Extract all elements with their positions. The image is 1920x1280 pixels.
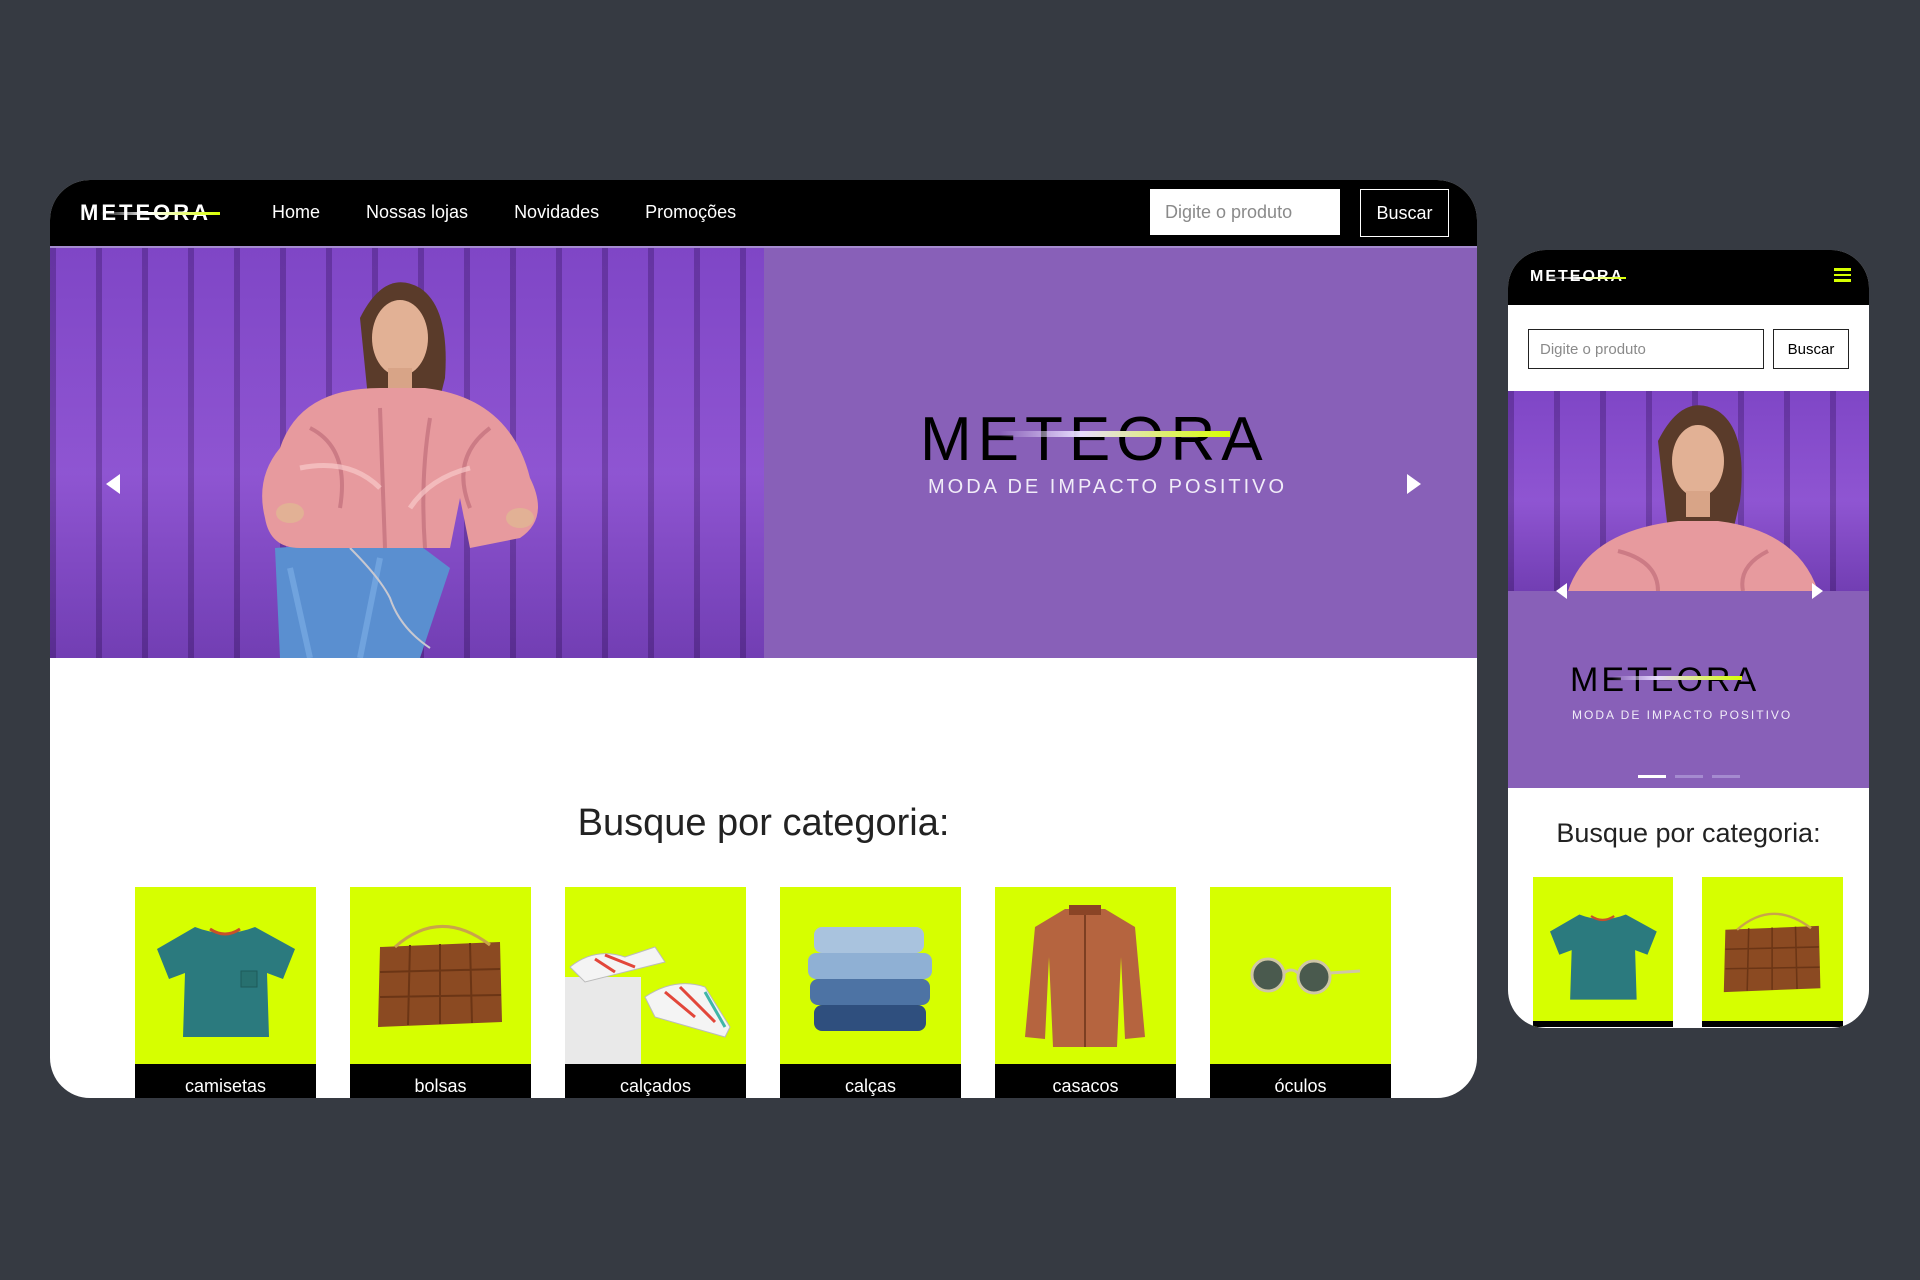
menu-icon[interactable] xyxy=(1834,268,1851,282)
desktop-search-input[interactable] xyxy=(1150,189,1340,235)
sunglasses-image xyxy=(1250,957,1361,995)
bag-image xyxy=(378,925,502,1027)
arrow-right-icon[interactable] xyxy=(1407,474,1421,494)
category-bolsas[interactable]: bolsas xyxy=(350,887,531,1098)
carousel-dot-2[interactable] xyxy=(1675,775,1703,778)
hero-photo xyxy=(50,248,764,658)
hero-logo: METEORA xyxy=(920,405,1269,474)
mobile-mockup: METEORA Buscar METEORA MODA DE IMPACTO P… xyxy=(1508,250,1869,1028)
category-camisetas[interactable]: camisetas xyxy=(135,887,316,1098)
category-casacos[interactable]: casacos xyxy=(995,887,1176,1098)
mobile-model-illustration xyxy=(1568,405,1818,591)
category-title: Busque por categoria: xyxy=(577,802,950,844)
mobile-search-input[interactable] xyxy=(1528,329,1764,369)
mobile-tshirt-image xyxy=(1550,914,1657,1000)
mobile-category-title: Busque por categoria: xyxy=(1556,818,1821,848)
mobile-logo-streak xyxy=(1546,277,1626,279)
nav-novidades[interactable]: Novidades xyxy=(514,202,599,223)
category-calcas[interactable]: calças xyxy=(780,887,961,1098)
hero-logo-streak xyxy=(1000,431,1230,437)
mobile-bag-image xyxy=(1723,912,1821,993)
mobile-hero-logo: METEORA xyxy=(1570,661,1760,699)
mobile-logo[interactable]: METEORA xyxy=(1530,268,1626,286)
jacket-image xyxy=(1025,905,1145,1047)
category-calcados[interactable]: calçados xyxy=(565,887,746,1098)
arrow-left-icon[interactable] xyxy=(106,474,120,494)
mobile-category-camisetas[interactable] xyxy=(1533,877,1673,1027)
shoes-image xyxy=(565,946,731,1064)
jeans-image xyxy=(808,927,932,1031)
mobile-category-bolsas[interactable] xyxy=(1702,877,1843,1027)
desktop-mockup: METEORA Home Nossas lojas Novidades Prom… xyxy=(50,180,1477,1098)
desktop-hero-banner: METEORA MODA DE IMPACTO POSITIVO xyxy=(50,246,1477,658)
mobile-hero-tagline: MODA DE IMPACTO POSITIVO xyxy=(1572,708,1793,722)
carousel-dot-3[interactable] xyxy=(1712,775,1740,778)
mobile-hero-logo-streak xyxy=(1612,676,1742,680)
mobile-search-button[interactable]: Buscar xyxy=(1773,329,1849,369)
nav-home[interactable]: Home xyxy=(272,202,320,223)
nav-promocoes[interactable]: Promoções xyxy=(645,202,736,223)
desktop-logo[interactable]: METEORA xyxy=(80,200,220,226)
logo-streak xyxy=(100,212,220,215)
nav-nossas-lojas[interactable]: Nossas lojas xyxy=(366,202,468,223)
desktop-header: METEORA Home Nossas lojas Novidades Prom… xyxy=(50,180,1477,246)
model-illustration xyxy=(262,282,538,658)
carousel-dot-1[interactable] xyxy=(1638,775,1666,778)
mobile-hero-photo xyxy=(1508,391,1869,591)
mobile-header: METEORA xyxy=(1508,250,1869,305)
hero-tagline: MODA DE IMPACTO POSITIVO xyxy=(928,476,1288,498)
desktop-nav: Home Nossas lojas Novidades Promoções xyxy=(272,202,782,223)
mobile-arrow-right-icon[interactable] xyxy=(1812,583,1823,599)
mobile-hero-banner: METEORA MODA DE IMPACTO POSITIVO xyxy=(1508,391,1869,788)
tshirt-image xyxy=(157,927,295,1037)
desktop-search-button[interactable]: Buscar xyxy=(1360,189,1449,237)
mobile-arrow-left-icon[interactable] xyxy=(1556,583,1567,599)
category-oculos[interactable]: óculos xyxy=(1210,887,1391,1098)
